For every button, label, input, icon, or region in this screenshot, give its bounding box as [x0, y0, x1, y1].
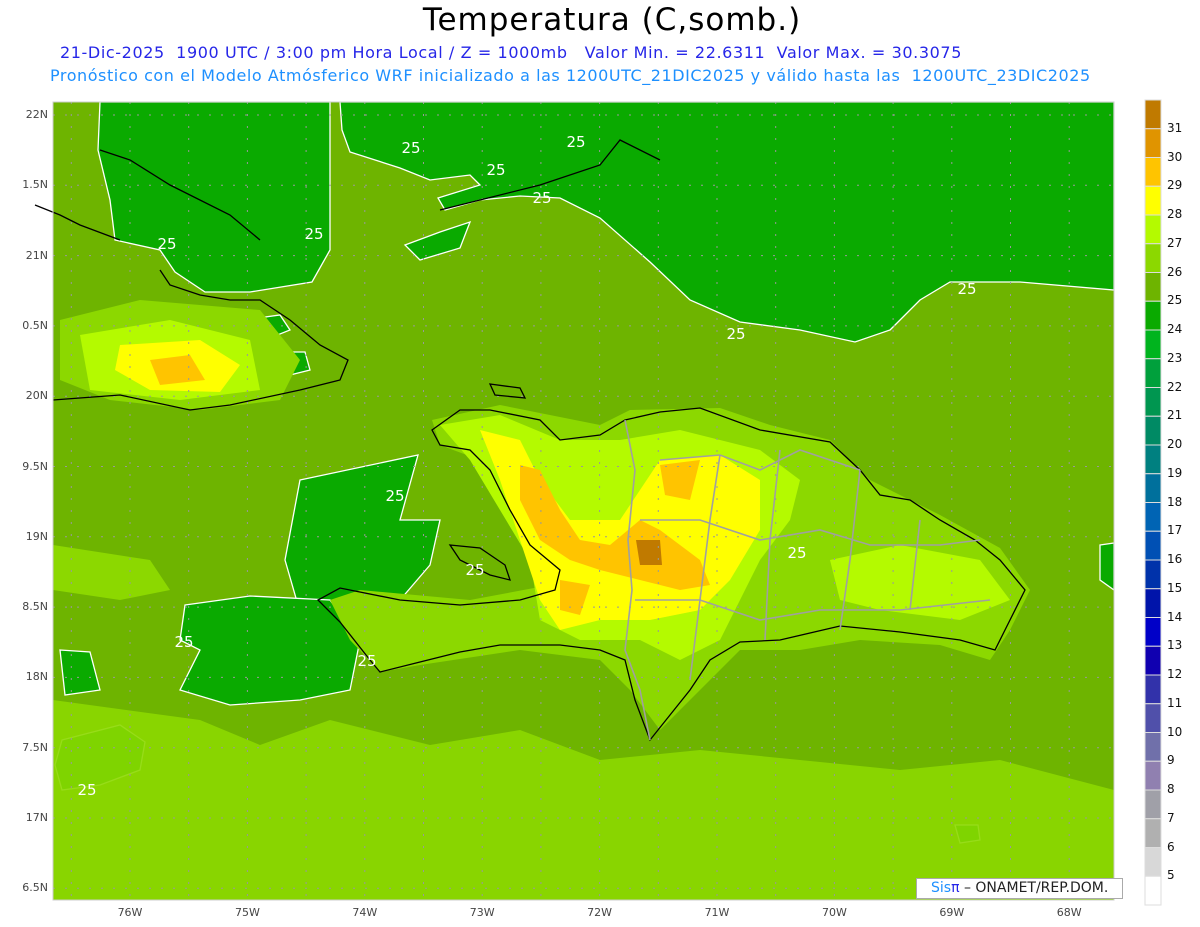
contour-label: 25 — [532, 189, 552, 207]
colorbar-swatch — [1144, 530, 1162, 561]
colorbar-label: 9 — [1167, 753, 1175, 768]
contour-label: 25 — [566, 133, 586, 151]
lon-label: 69W — [939, 906, 965, 919]
lon-label: 73W — [469, 906, 495, 919]
colorbar-label: 15 — [1167, 580, 1183, 595]
colorbar-label: 30 — [1167, 149, 1183, 164]
lon-label: 74W — [352, 906, 378, 919]
colorbar-swatch — [1144, 617, 1162, 647]
colorbar-label: 22 — [1167, 379, 1183, 394]
contour-label: 25 — [787, 544, 807, 562]
lat-label: 17N — [25, 811, 48, 824]
temperature-map — [34, 99, 1162, 906]
colorbar — [1144, 99, 1162, 906]
lat-label: 0.5N — [22, 318, 48, 332]
colorbar-swatch — [1144, 875, 1162, 906]
colorbar-swatch — [1144, 157, 1162, 187]
colorbar-swatch — [1144, 847, 1162, 877]
colorbar-label: 14 — [1167, 609, 1183, 624]
colorbar-swatch — [1144, 789, 1162, 820]
lon-label: 72W — [587, 906, 613, 919]
colorbar-swatch — [1144, 243, 1162, 273]
contour-label: 25 — [77, 781, 97, 799]
colorbar-swatch — [1144, 588, 1162, 618]
contour-label: 25 — [304, 225, 324, 243]
colorbar-label: 29 — [1167, 178, 1183, 193]
lat-label: 7.5N — [22, 740, 48, 754]
colorbar-swatch — [1144, 444, 1162, 475]
colorbar-swatch — [1144, 473, 1162, 503]
colorbar-swatch — [1144, 760, 1162, 791]
colorbar-swatch — [1144, 703, 1162, 733]
colorbar-label: 31 — [1167, 120, 1183, 135]
colorbar-swatch — [1144, 559, 1162, 590]
credit-sis: Sis — [931, 880, 952, 896]
contour-label: 25 — [486, 161, 506, 179]
colorbar-swatch — [1144, 128, 1162, 158]
colorbar-swatch — [1144, 732, 1162, 762]
lat-label: 22N — [25, 108, 48, 121]
colorbar-label: 5 — [1167, 868, 1175, 883]
lon-label: 75W — [234, 906, 260, 919]
lat-label: 21N — [25, 248, 48, 262]
colorbar-label: 19 — [1167, 465, 1183, 480]
colorbar-label: 7 — [1167, 810, 1175, 825]
colorbar-label: 6 — [1167, 839, 1175, 854]
credit-pi-logo: π — [951, 880, 960, 896]
contour-label: 25 — [465, 561, 485, 579]
colorbar-label: 20 — [1167, 437, 1183, 451]
colorbar-swatch — [1144, 300, 1162, 331]
colorbar-label: 17 — [1167, 523, 1183, 538]
lat-label: 20N — [25, 389, 48, 403]
lon-label: 70W — [821, 906, 847, 919]
colorbar-swatch — [1144, 358, 1162, 388]
colorbar-label: 26 — [1167, 264, 1183, 279]
colorbar-label: 8 — [1167, 782, 1175, 796]
lat-label: 6.5N — [22, 881, 48, 895]
colorbar-label: 21 — [1167, 408, 1183, 423]
contour-label: 25 — [357, 652, 377, 670]
colorbar-swatch — [1144, 502, 1162, 532]
lon-label: 68W — [1056, 906, 1082, 919]
colorbar-swatch — [1144, 185, 1162, 216]
colorbar-swatch — [1144, 99, 1162, 130]
colorbar-label: 24 — [1167, 322, 1183, 336]
temp-30-31-region — [636, 540, 662, 565]
colorbar-swatch — [1144, 272, 1162, 302]
colorbar-label: 16 — [1167, 552, 1183, 566]
contour-label: 25 — [726, 325, 746, 343]
colorbar-label: 12 — [1167, 667, 1183, 681]
colorbar-label: 18 — [1167, 494, 1183, 509]
colorbar-label: 28 — [1167, 207, 1183, 221]
lat-label: 9.5N — [22, 459, 48, 473]
lat-label: 1.5N — [22, 178, 48, 192]
contour-label: 25 — [174, 633, 194, 651]
colorbar-swatch — [1144, 645, 1162, 676]
colorbar-swatch — [1144, 415, 1162, 446]
contour-label: 25 — [157, 235, 177, 253]
colorbar-swatch — [1144, 387, 1162, 417]
colorbar-swatch — [1144, 329, 1162, 360]
colorbar-label: 11 — [1167, 695, 1183, 710]
lat-label: 8.5N — [22, 600, 48, 614]
contour-label: 25 — [957, 280, 977, 298]
colorbar-swatch — [1144, 674, 1162, 705]
credit-org: – ONAMET/REP.DOM. — [959, 880, 1109, 896]
colorbar-swatch — [1144, 818, 1162, 848]
contour-label: 25 — [401, 139, 421, 157]
lat-label: 19N — [25, 529, 48, 543]
credit-box: Sisπ – ONAMET/REP.DOM. — [916, 878, 1123, 899]
contour-label: 25 — [385, 487, 405, 505]
colorbar-label: 13 — [1167, 638, 1183, 653]
lon-label: 76W — [117, 906, 143, 919]
colorbar-label: 25 — [1167, 293, 1183, 308]
lon-label: 71W — [704, 906, 730, 919]
colorbar-label: 10 — [1167, 724, 1183, 739]
colorbar-label: 23 — [1167, 350, 1183, 365]
lat-label: 18N — [25, 670, 48, 684]
colorbar-swatch — [1144, 214, 1162, 245]
colorbar-label: 27 — [1167, 235, 1183, 250]
